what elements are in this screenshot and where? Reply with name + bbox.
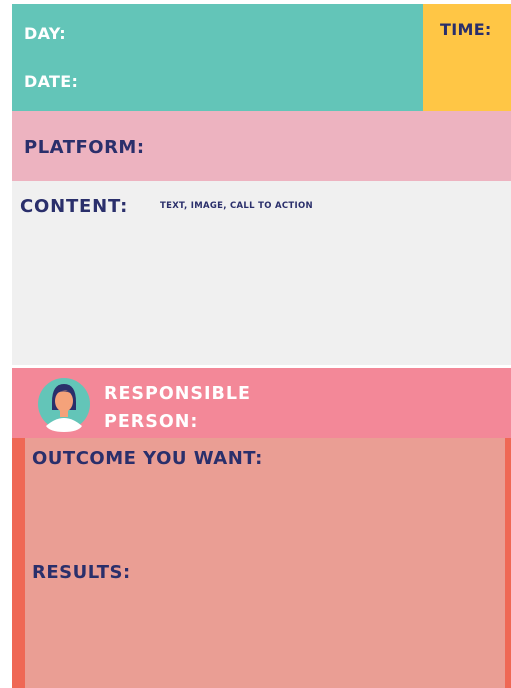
results-label: RESULTS: — [32, 562, 131, 583]
outcome-label: OUTCOME YOU WANT: — [32, 448, 263, 469]
content-label: CONTENT: — [20, 196, 129, 217]
time-label: TIME: — [440, 20, 492, 39]
day-date-panel — [12, 4, 423, 111]
person-avatar-icon — [38, 376, 90, 432]
content-hint: TEXT, IMAGE, CALL TO ACTION — [160, 201, 313, 211]
outcome-right-border — [505, 438, 511, 688]
outcome-left-border — [12, 438, 25, 688]
responsible-label-line1: RESPONSIBLE — [104, 384, 251, 404]
day-label: DAY: — [24, 24, 66, 43]
responsible-label-line2: PERSON: — [104, 412, 199, 432]
platform-label: PLATFORM: — [24, 137, 145, 158]
responsible-label: RESPONSIBLE PERSON: — [104, 380, 251, 436]
date-label: DATE: — [24, 72, 79, 91]
